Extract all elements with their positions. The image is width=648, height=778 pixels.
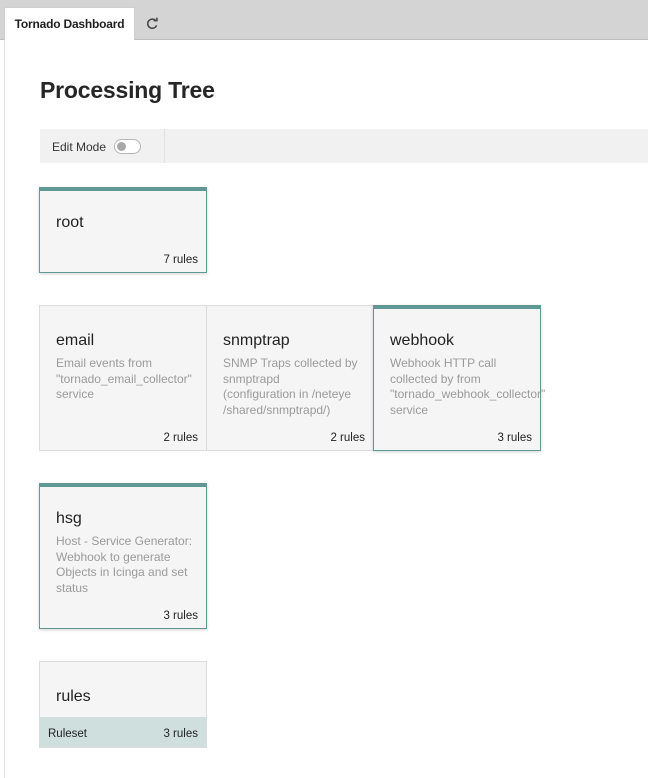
node-name: hsg (56, 510, 82, 527)
node-description: Webhook HTTP call collected by from "tor… (390, 356, 546, 417)
node-snmptrap[interactable]: snmptrap SNMP Traps collected by snmptra… (206, 305, 374, 451)
edit-mode-label: Edit Mode (52, 140, 107, 154)
node-name: email (56, 332, 95, 349)
node-root[interactable]: root 7 rules (39, 187, 207, 273)
node-webhook[interactable]: webhook Webhook HTTP call collected by f… (373, 305, 545, 451)
edit-mode-toggle[interactable] (114, 139, 141, 154)
node-rules-ruleset[interactable]: rules Ruleset 3 rules (39, 661, 207, 748)
ruleset-footer: Ruleset 3 rules (40, 717, 206, 747)
tab-bar: Tornado Dashboard (0, 0, 648, 40)
toolbar-divider (164, 129, 165, 163)
node-name: webhook (390, 332, 455, 349)
node-description: Host - Service Generator: Webhook to gen… (56, 534, 193, 595)
node-email[interactable]: email Email events from "tornado_email_c… (39, 305, 207, 451)
toggle-knob (117, 142, 126, 151)
ruleset-type-label: Ruleset (48, 728, 87, 740)
node-description: Email events from "tornado_email_collect… (56, 356, 192, 401)
rule-count: 7 rules (163, 254, 198, 266)
tab-label: Tornado Dashboard (14, 17, 125, 31)
rule-count: 3 rules (163, 610, 198, 622)
node-name: root (56, 214, 84, 231)
tab-tornado-dashboard[interactable]: Tornado Dashboard (4, 7, 135, 40)
rule-count: 3 rules (163, 728, 198, 740)
rule-count: 3 rules (497, 432, 532, 444)
page-title: Processing Tree (40, 77, 215, 103)
node-description: SNMP Traps collected by snmptrapd (confi… (223, 356, 358, 417)
node-name: snmptrap (223, 332, 290, 349)
rule-count: 2 rules (163, 432, 198, 444)
rule-count: 2 rules (330, 432, 365, 444)
toolbar: Edit Mode (40, 129, 648, 163)
node-hsg[interactable]: hsg Host - Service Generator: Webhook to… (39, 483, 207, 629)
node-name: rules (56, 688, 91, 705)
reload-icon[interactable] (140, 12, 164, 36)
